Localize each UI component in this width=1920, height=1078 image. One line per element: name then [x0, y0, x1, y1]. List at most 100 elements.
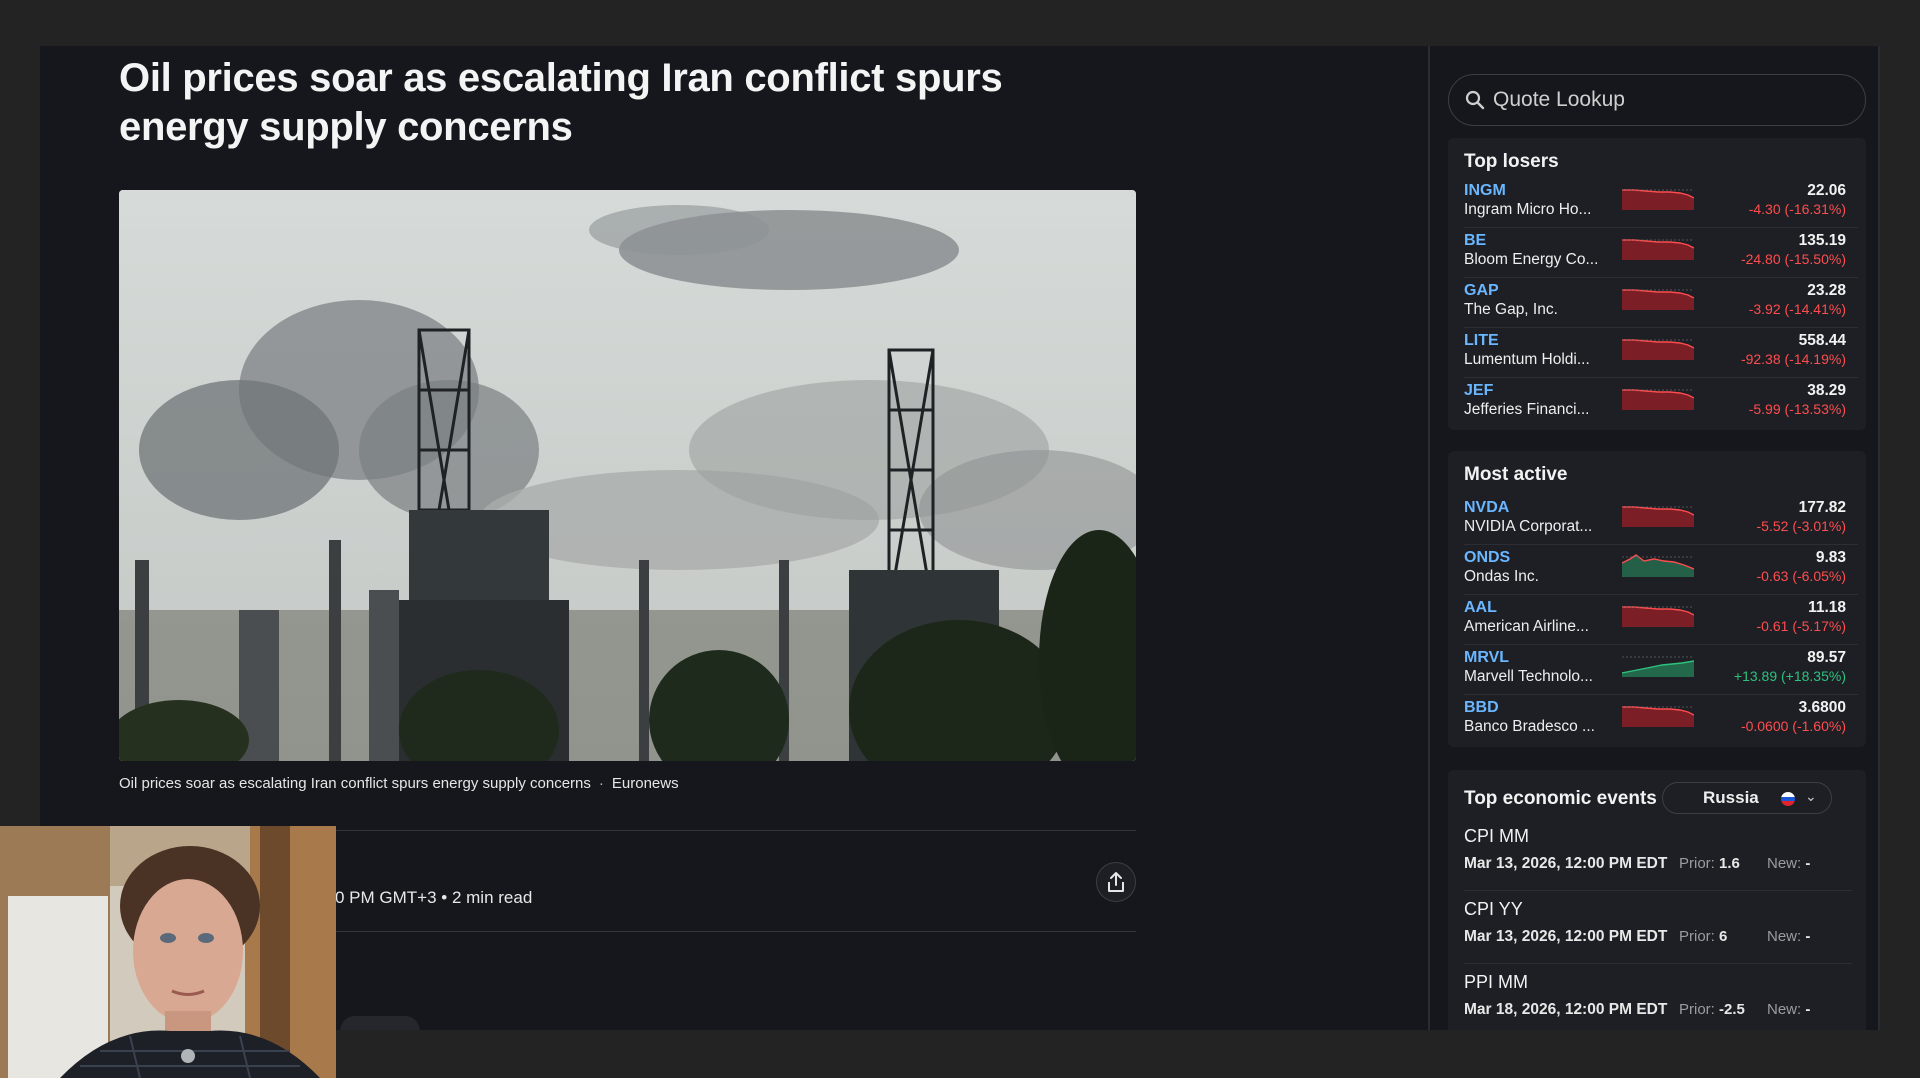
ticker-row-lite[interactable]: LITE Lumentum Holdi... 558.44 -92.38 (-14.1… [1464, 328, 1858, 378]
sparkline-chart [1622, 656, 1694, 677]
new-value: - [1805, 855, 1811, 872]
company-name: Banco Bradesco ... [1464, 718, 1595, 735]
economic-events-title: Top economic events [1464, 788, 1657, 809]
sparkline-chart [1622, 706, 1694, 727]
prior-value: -2.5 [1719, 1001, 1745, 1018]
ticker-change: -0.61 (-5.17%) [1756, 618, 1846, 634]
most-active-card: Most active NVDA NVIDIA Corporat... 177.82… [1448, 451, 1866, 747]
ticker-price: 38.29 [1807, 382, 1846, 399]
new-label: New: [1767, 928, 1802, 945]
event-name: CPI MM [1464, 826, 1529, 846]
event-new: New: - [1767, 928, 1810, 945]
ticker-symbol[interactable]: INGM [1464, 182, 1506, 200]
company-name: The Gap, Inc. [1464, 301, 1558, 318]
ticker-change: -5.99 (-13.53%) [1748, 401, 1846, 417]
event-new: New: - [1767, 855, 1810, 872]
top-losers-card: Top losers INGM Ingram Micro Ho... 22.06 -4… [1448, 138, 1866, 430]
ticker-row-mrvl[interactable]: MRVL Marvell Technolo... 89.57 +13.89 (+18.… [1464, 645, 1858, 695]
russia-flag-icon [1781, 792, 1795, 806]
caption-separator: · [598, 775, 604, 792]
ticker-row-gap[interactable]: GAP The Gap, Inc. 23.28 -3.92 (-14.41%) [1464, 278, 1858, 328]
prior-value: 1.6 [1719, 855, 1740, 872]
sparkline-chart [1622, 606, 1694, 627]
ticker-row-jef[interactable]: JEF Jefferies Financi... 38.29 -5.99 (-13.5… [1464, 378, 1858, 428]
ticker-price: 89.57 [1807, 649, 1846, 666]
ticker-row-bbd[interactable]: BBD Banco Bradesco ... 3.6800 -0.0600 (-1.6… [1464, 695, 1858, 745]
ticker-symbol[interactable]: JEF [1464, 382, 1493, 400]
ticker-price: 22.06 [1807, 182, 1846, 199]
country-select[interactable]: Russia ⌄ [1662, 782, 1832, 814]
ticker-row-be[interactable]: BE Bloom Energy Co... 135.19 -24.80 (-15.50… [1464, 228, 1858, 278]
quote-lookup-search[interactable]: Quote Lookup [1448, 74, 1866, 126]
economic-event-row[interactable]: CPI MM Mar 13, 2026, 12:00 PM EDT Prior: 1… [1464, 818, 1852, 891]
ticker-row-aal[interactable]: AAL American Airline... 11.18 -0.61 (-5.17%… [1464, 595, 1858, 645]
event-prior: Prior: -2.5 [1679, 1001, 1745, 1018]
sparkline-chart [1622, 389, 1694, 410]
prior-value: 6 [1719, 928, 1728, 945]
ticker-symbol[interactable]: BE [1464, 232, 1486, 250]
hero-image[interactable] [119, 190, 1136, 761]
most-active-title: Most active [1464, 464, 1568, 485]
company-name: Lumentum Holdi... [1464, 351, 1590, 368]
company-name: Jefferies Financi... [1464, 401, 1590, 418]
sparkline-chart [1622, 506, 1694, 527]
economic-event-row[interactable]: CPI YY Mar 13, 2026, 12:00 PM EDT Prior: 6… [1464, 891, 1852, 964]
ticker-change: +13.89 (+18.35%) [1733, 668, 1846, 684]
article-headline: Oil prices soar as escalating Iran confl… [119, 56, 1003, 149]
company-name: Ingram Micro Ho... [1464, 201, 1592, 218]
new-value: - [1805, 1001, 1811, 1018]
ticker-change: -0.0600 (-1.60%) [1740, 718, 1846, 734]
market-sidebar: Quote Lookup Top losers INGM Ingram Micro… [1428, 46, 1880, 1040]
prior-label: Prior: [1679, 1001, 1715, 1018]
company-name: American Airline... [1464, 618, 1589, 635]
screen-right-margin [1880, 46, 1920, 1030]
ticker-symbol[interactable]: GAP [1464, 282, 1499, 300]
caption-source: Euronews [611, 775, 679, 792]
company-name: Bloom Energy Co... [1464, 251, 1599, 268]
economic-events-card: Top economic events Russia ⌄ CPI MM Mar 1… [1448, 770, 1866, 1040]
new-label: New: [1767, 855, 1802, 872]
article-byline: 0 PM GMT+3 • 2 min read [335, 888, 533, 907]
caption-text: Oil prices soar as escalating Iran confl… [119, 775, 591, 792]
ticker-symbol[interactable]: MRVL [1464, 649, 1509, 667]
ticker-symbol[interactable]: BBD [1464, 699, 1499, 717]
sparkline-chart [1622, 554, 1694, 577]
ticker-price: 3.6800 [1798, 699, 1846, 716]
refinery-photo [119, 190, 1136, 761]
company-name: Marvell Technolo... [1464, 668, 1593, 685]
ticker-row-nvda[interactable]: NVDA NVIDIA Corporat... 177.82 -5.52 (-3.01… [1464, 495, 1858, 545]
sparkline-chart [1622, 239, 1694, 260]
ticker-change: -92.38 (-14.19%) [1740, 351, 1846, 367]
ticker-change: -3.92 (-14.41%) [1748, 301, 1846, 317]
ticker-row-onds[interactable]: ONDS Ondas Inc. 9.83 -0.63 (-6.05%) [1464, 545, 1858, 595]
top-losers-title: Top losers [1464, 151, 1559, 172]
webcam-overlay [0, 826, 336, 1078]
ticker-price: 11.18 [1808, 599, 1846, 616]
ticker-symbol[interactable]: ONDS [1464, 549, 1510, 567]
ticker-symbol[interactable]: LITE [1464, 332, 1499, 350]
prior-label: Prior: [1679, 855, 1715, 872]
economic-event-row[interactable]: PPI MM Mar 18, 2026, 12:00 PM EDT Prior: -… [1464, 964, 1852, 1037]
ticker-symbol[interactable]: AAL [1464, 599, 1497, 617]
chevron-down-icon: ⌄ [1805, 788, 1817, 804]
search-placeholder: Quote Lookup [1493, 88, 1625, 111]
sparkline-chart [1622, 289, 1694, 310]
new-value: - [1805, 928, 1811, 945]
sparkline-chart [1622, 189, 1694, 210]
new-label: New: [1767, 1001, 1802, 1018]
presenter-video [0, 826, 336, 1078]
ticker-change: -4.30 (-16.31%) [1748, 201, 1846, 217]
ticker-price: 177.82 [1798, 499, 1846, 516]
ticker-change: -0.63 (-6.05%) [1756, 568, 1846, 584]
image-caption: Oil prices soar as escalating Iran confl… [119, 775, 679, 792]
sparkline-chart [1622, 339, 1694, 360]
event-prior: Prior: 6 [1679, 928, 1727, 945]
ticker-row-ingm[interactable]: INGM Ingram Micro Ho... 22.06 -4.30 (-16.31… [1464, 178, 1858, 228]
ticker-price: 135.19 [1798, 232, 1846, 249]
share-button[interactable] [1096, 862, 1136, 902]
event-new: New: - [1767, 1001, 1810, 1018]
ticker-change: -24.80 (-15.50%) [1740, 251, 1846, 267]
ticker-symbol[interactable]: NVDA [1464, 499, 1509, 517]
event-date: Mar 18, 2026, 12:00 PM EDT [1464, 1001, 1668, 1018]
country-select-value: Russia [1703, 788, 1759, 807]
